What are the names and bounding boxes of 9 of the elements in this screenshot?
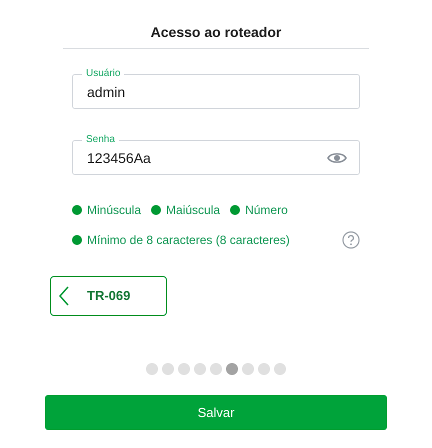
requirement-text: Mínimo de 8 caracteres (8 caracteres) (87, 232, 290, 249)
requirement-text: Minúscula (87, 202, 142, 219)
requirement-text: Maiúscula (166, 202, 220, 219)
back-button[interactable]: TR-069 (50, 276, 167, 316)
help-icon[interactable] (342, 231, 360, 249)
dialog-title: Acesso ao roteador (150, 23, 282, 40)
eye-icon[interactable] (327, 151, 347, 165)
requirement-text: Número (245, 202, 288, 219)
chevron-left-icon (59, 286, 69, 306)
